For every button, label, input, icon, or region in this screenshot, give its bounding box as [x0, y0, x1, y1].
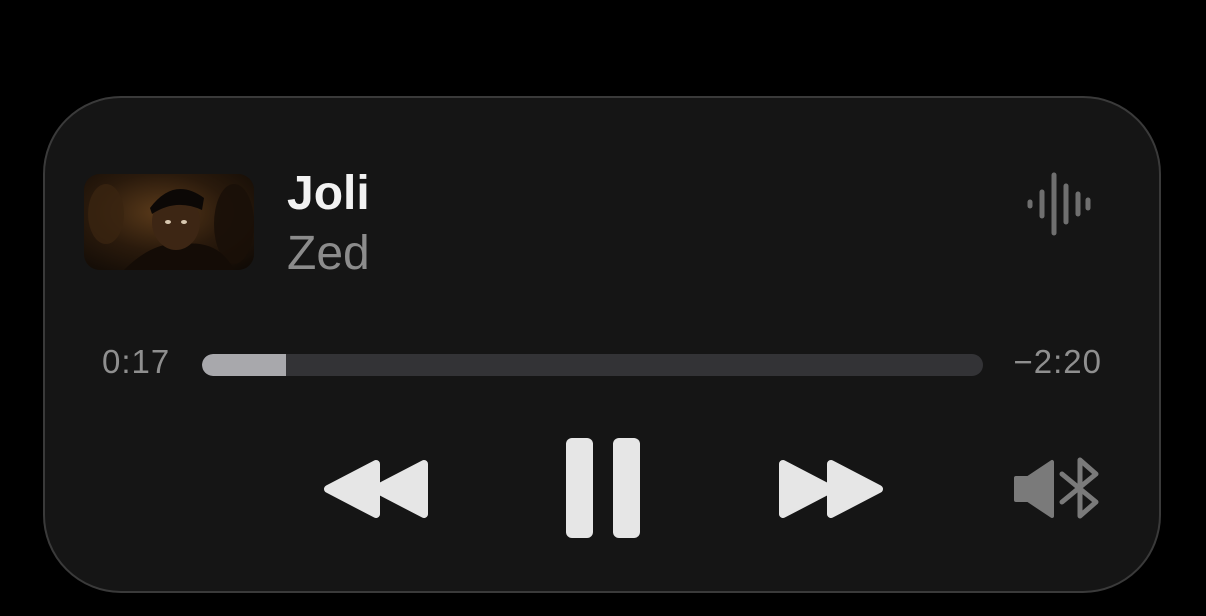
- progress-fill: [202, 354, 287, 376]
- track-artist: Zed: [287, 227, 370, 280]
- progress-bar[interactable]: [202, 354, 983, 376]
- audio-output-button[interactable]: [1012, 456, 1102, 522]
- remaining-time: −2:20: [1013, 343, 1102, 380]
- pause-button[interactable]: [563, 436, 643, 540]
- track-title: Joli: [287, 167, 370, 220]
- rewind-button[interactable]: [320, 456, 430, 522]
- album-art[interactable]: [84, 174, 254, 270]
- elapsed-time: 0:17: [102, 343, 171, 380]
- fast-forward-icon: [779, 460, 883, 518]
- fast-forward-button[interactable]: [777, 456, 887, 522]
- waveform-icon: [1026, 172, 1092, 236]
- rewind-icon: [324, 460, 428, 518]
- speaker-bluetooth-icon: [1014, 457, 1099, 519]
- pause-icon: [566, 438, 640, 538]
